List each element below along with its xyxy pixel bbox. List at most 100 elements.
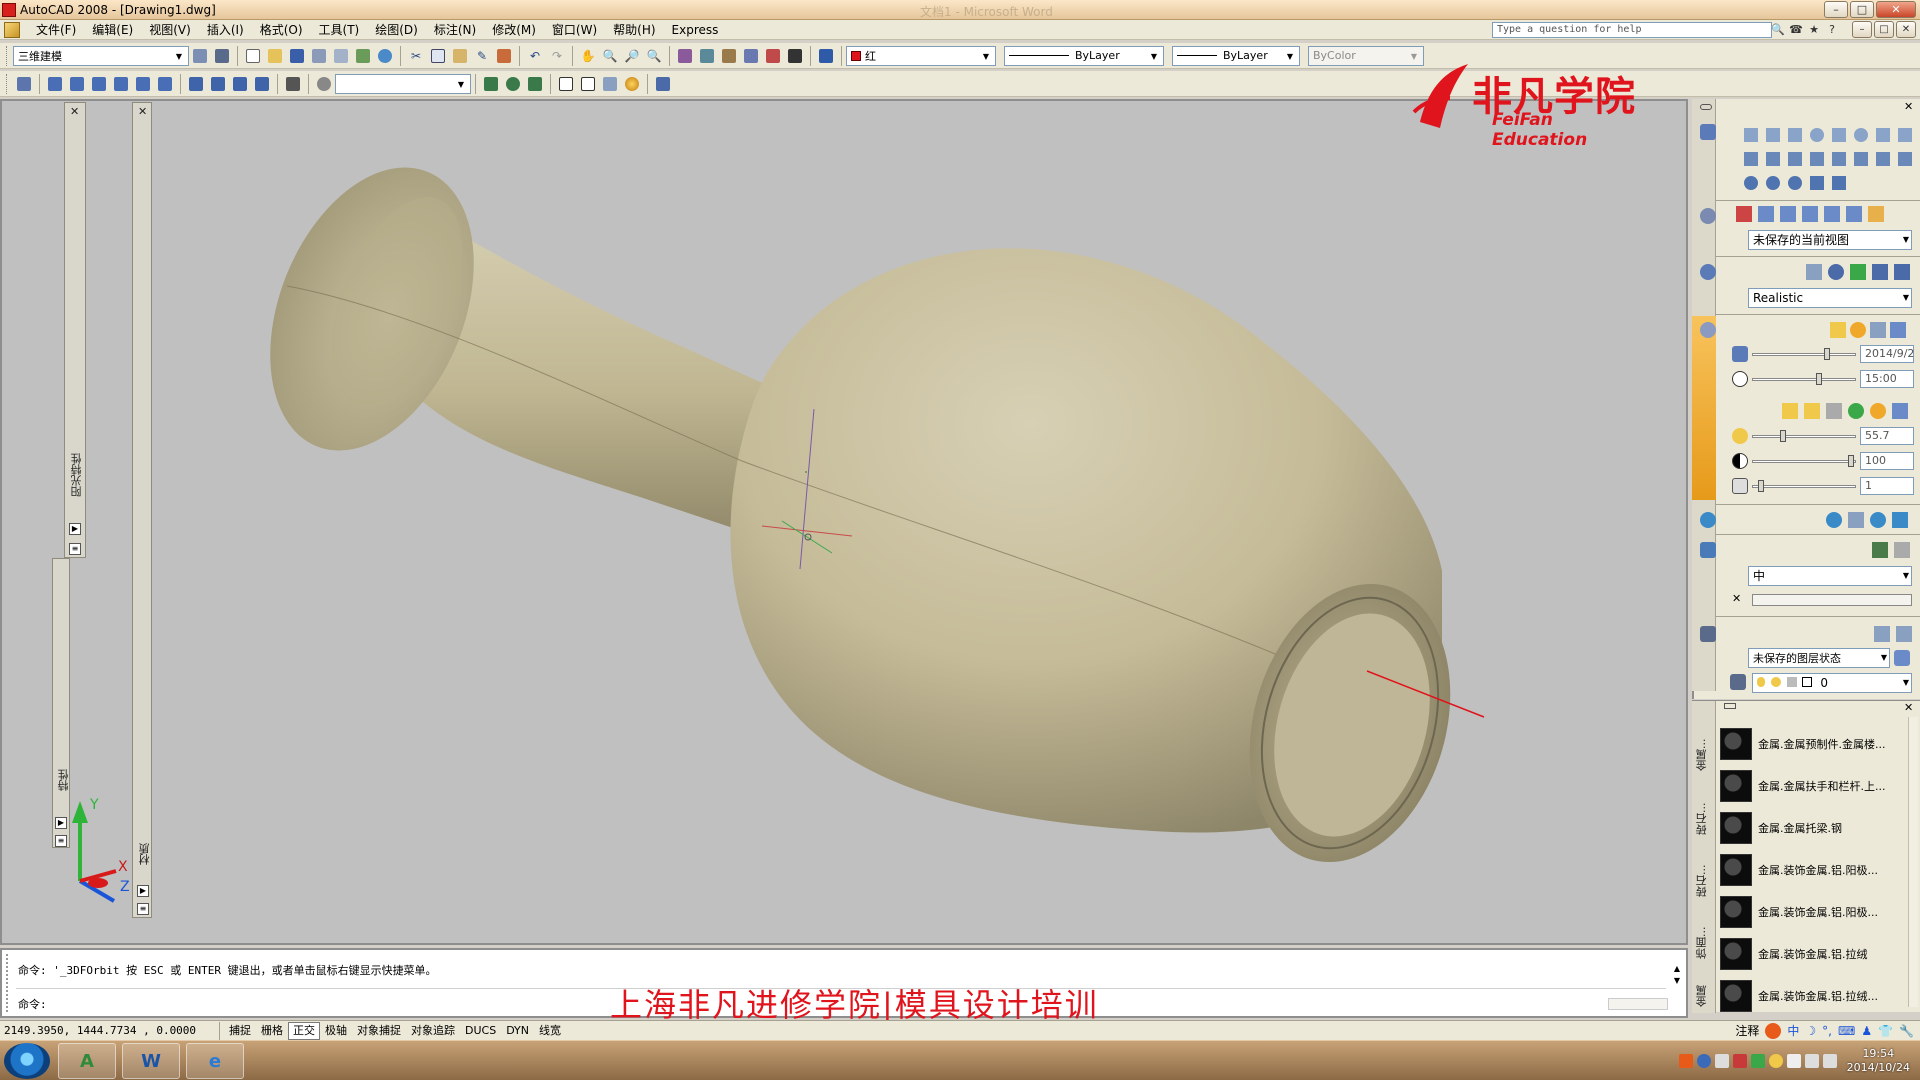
command-hscrollbar[interactable]: [1608, 998, 1668, 1010]
annotation-scale-label[interactable]: 注释: [1735, 1022, 1759, 1039]
polar-toggle[interactable]: 极轴: [320, 1022, 352, 1040]
back-view-icon[interactable]: [154, 73, 176, 95]
sheet-set-icon[interactable]: [740, 45, 762, 67]
layer-state-manager-icon[interactable]: [1894, 650, 1910, 666]
date-value[interactable]: 2014/9/2: [1860, 345, 1914, 363]
sun-icon[interactable]: [1870, 403, 1886, 419]
close-icon[interactable]: ✕: [1732, 592, 1741, 605]
polysolid-icon[interactable]: [1898, 128, 1912, 142]
maximize-button[interactable]: □: [1850, 1, 1874, 18]
list-item[interactable]: 金属.金属预制件.金属楼...: [1720, 725, 1910, 763]
date-slider[interactable]: [1752, 346, 1856, 362]
flag-tray-icon[interactable]: [1732, 1054, 1747, 1068]
loft-icon[interactable]: [1810, 152, 1824, 166]
workspace-combo[interactable]: 三维建模 ▼: [13, 45, 189, 66]
face-style-icon[interactable]: [1894, 264, 1910, 280]
color-combo[interactable]: 红 ▼: [846, 45, 996, 66]
contrast-slider[interactable]: [1752, 478, 1856, 494]
command-prompt[interactable]: 命令:: [18, 996, 47, 1012]
user-icon[interactable]: ♟: [1861, 1024, 1872, 1038]
render-teapot-icon[interactable]: [1872, 542, 1888, 558]
light-intensity-slider[interactable]: [1752, 428, 1856, 444]
render-icon[interactable]: [1700, 542, 1716, 558]
materials-palette[interactable]: ✕ 材质 ▶ ≡: [132, 102, 152, 918]
list-item[interactable]: 金属.装饰金属.铝.阳极...: [1720, 851, 1910, 889]
paste-icon[interactable]: [449, 45, 471, 67]
default-light-icon[interactable]: [1830, 322, 1846, 338]
ucs-icon[interactable]: [313, 73, 335, 95]
scroll-up-icon[interactable]: ▲: [1674, 964, 1680, 973]
menu-icon[interactable]: ≡: [69, 543, 81, 555]
view-combo[interactable]: 未保存的当前视图 ▼: [1748, 230, 1912, 250]
3d-dwf-icon[interactable]: [374, 45, 396, 67]
zoom-previous-icon[interactable]: 🔍: [643, 45, 665, 67]
markup-set-icon[interactable]: [762, 45, 784, 67]
tool-palettes-icon[interactable]: [718, 45, 740, 67]
realistic-style-icon[interactable]: [621, 73, 643, 95]
shirt-icon[interactable]: 👕: [1878, 1024, 1893, 1038]
thicken-icon[interactable]: [1876, 152, 1890, 166]
menu-help[interactable]: 帮助(H): [605, 21, 663, 38]
3d-pan-icon[interactable]: [480, 73, 502, 95]
sun-properties-palette[interactable]: ✕ 阳光特性 ▶ ≡: [64, 102, 86, 558]
communication-center-icon[interactable]: ☎: [1788, 21, 1804, 38]
conceptual-style-icon[interactable]: [1850, 264, 1866, 280]
zoom-realtime-icon[interactable]: 🔍: [599, 45, 621, 67]
moon-icon[interactable]: ☽: [1805, 1024, 1816, 1038]
time-value[interactable]: 15:00: [1860, 370, 1914, 388]
taskbar-clock[interactable]: 19:54 2014/10/24: [1847, 1047, 1910, 1075]
light-settings-icon[interactable]: [1892, 403, 1908, 419]
help-toolbar-icon[interactable]: [815, 45, 837, 67]
plot-icon[interactable]: [308, 45, 330, 67]
section-icon[interactable]: [1898, 152, 1912, 166]
new-file-icon[interactable]: [242, 45, 264, 67]
workspace-save-icon[interactable]: [211, 45, 233, 67]
left-view-icon[interactable]: [88, 73, 110, 95]
calculator-icon[interactable]: [784, 45, 806, 67]
menu-icon[interactable]: ≡: [55, 835, 67, 847]
shield-tray-icon[interactable]: [1750, 1054, 1765, 1068]
view-icon[interactable]: [1868, 206, 1884, 222]
keyboard-icon[interactable]: ⌨: [1838, 1024, 1855, 1038]
sphere-icon[interactable]: [1810, 128, 1824, 142]
drawing-viewport[interactable]: X Y Z: [0, 99, 1688, 945]
2d-wireframe-icon[interactable]: [555, 73, 577, 95]
camera-icon[interactable]: [282, 73, 304, 95]
layers-icon[interactable]: [1700, 626, 1716, 642]
design-center-icon[interactable]: [696, 45, 718, 67]
realistic-style-icon[interactable]: [1828, 264, 1844, 280]
ne-iso-view-icon[interactable]: [229, 73, 251, 95]
sweep-icon[interactable]: [1788, 152, 1802, 166]
3d-make-icon[interactable]: [1700, 124, 1716, 140]
tab-metal-1[interactable]: 金属...: [1694, 713, 1714, 772]
menu-edit[interactable]: 编辑(E): [84, 21, 141, 38]
plot-preview-icon[interactable]: [330, 45, 352, 67]
swivel-icon[interactable]: [1802, 206, 1818, 222]
render-quality-combo[interactable]: 中 ▼: [1748, 566, 1912, 586]
visual-style-combo[interactable]: Realistic ▼: [1748, 288, 1912, 308]
close-button[interactable]: ✕: [1876, 1, 1916, 18]
close-icon[interactable]: ✕: [1904, 100, 1913, 113]
right-view-icon[interactable]: [110, 73, 132, 95]
visual-styles-manager-icon[interactable]: [1872, 264, 1888, 280]
top-view-icon[interactable]: [44, 73, 66, 95]
cone-icon[interactable]: [1788, 128, 1802, 142]
subtract-icon[interactable]: [1766, 176, 1780, 190]
menu-draw[interactable]: 绘图(D): [367, 21, 426, 38]
zoom-window-icon[interactable]: 🔎: [621, 45, 643, 67]
3d-orbit-icon[interactable]: [502, 73, 524, 95]
materials-icon[interactable]: [1700, 512, 1716, 528]
tab-masonry-1[interactable]: 砖石...: [1694, 777, 1714, 836]
coordinate-readout[interactable]: 2149.3950, 1444.7734 , 0.0000: [0, 1021, 220, 1040]
revolve-icon[interactable]: [1766, 152, 1780, 166]
binoculars-icon[interactable]: 🔍: [1770, 21, 1786, 38]
cylinder-icon[interactable]: [1832, 128, 1846, 142]
taskbar-autocad-button[interactable]: A: [58, 1043, 116, 1079]
light-intensity-value[interactable]: 55.7: [1860, 427, 1914, 445]
time-slider[interactable]: [1752, 371, 1856, 387]
grid-toggle[interactable]: 栅格: [256, 1022, 288, 1040]
materials-window-icon[interactable]: [1892, 512, 1908, 528]
sky-icon[interactable]: [1870, 322, 1886, 338]
match-properties-icon[interactable]: ✎: [471, 45, 493, 67]
brightness-slider[interactable]: [1752, 453, 1856, 469]
